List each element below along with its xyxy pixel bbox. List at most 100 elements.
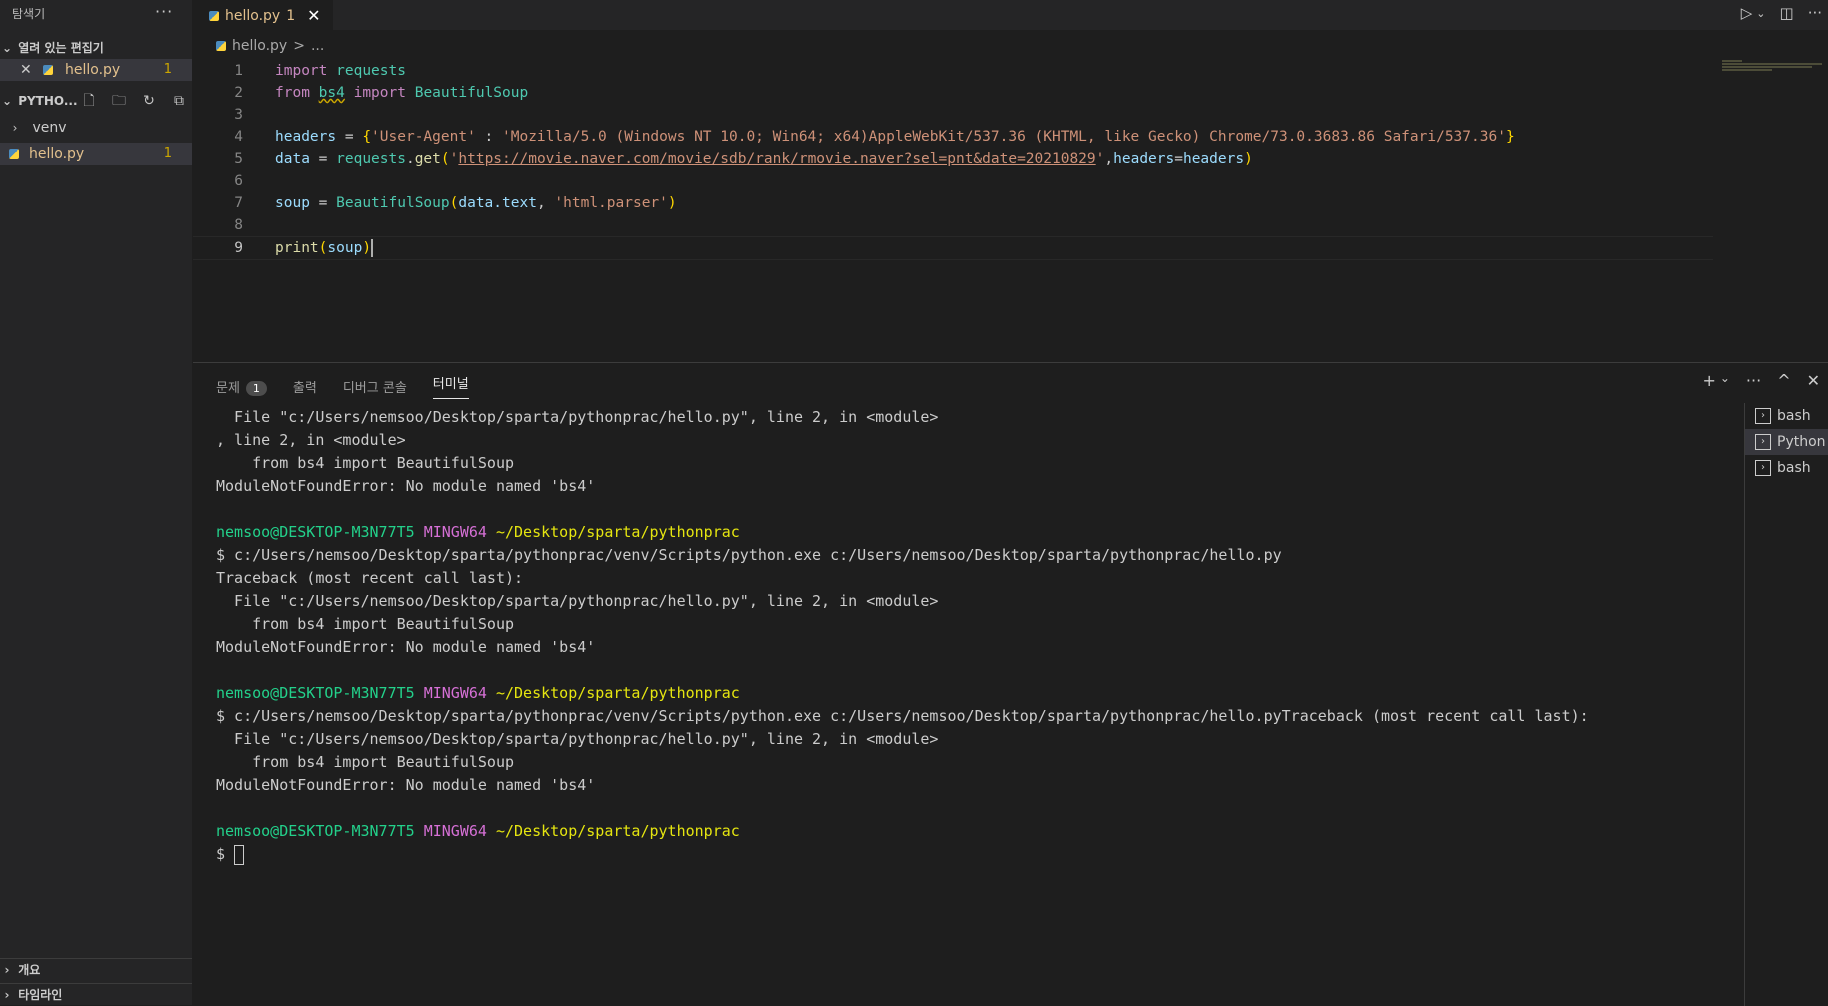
prompt-dollar: $ [216, 845, 235, 863]
string: 'Mozilla/5.0 (Windows NT 10.0; Win64; x6… [502, 129, 1506, 145]
python-file-icon [9, 149, 19, 159]
variable: headers [1182, 151, 1245, 167]
url-link[interactable]: https://movie.naver.com/movie/sdb/rank/r… [458, 151, 1095, 167]
keyword: import [353, 85, 406, 101]
explorer-more-icon[interactable]: ··· [155, 2, 173, 21]
prompt-user: nemsoo@DESKTOP-M3N77T5 [216, 822, 415, 840]
python-file-icon [209, 10, 219, 21]
collapse-all-icon[interactable]: ⧉ [170, 92, 188, 110]
code-editor[interactable]: 1 import requests 2 from bs4 import Beau… [193, 60, 1713, 360]
keyword: from [275, 85, 310, 101]
terminal-line: $ c:/Users/nemsoo/Desktop/sparta/pythonp… [216, 546, 1282, 564]
chevron-down-icon[interactable]: ⌄ [1756, 7, 1765, 22]
terminal-line: File "c:/Users/nemsoo/Desktop/sparta/pyt… [216, 730, 939, 748]
code-line: 7 soup = BeautifulSoup(data.text, 'html.… [193, 192, 1713, 214]
breadcrumb-file[interactable]: hello.py [232, 38, 287, 54]
code-line: 3 [193, 104, 1713, 126]
python-file-icon [43, 65, 53, 75]
line-number: 3 [234, 107, 243, 123]
tab-problems[interactable]: 문제 1 [216, 377, 267, 396]
chevron-right-icon: › [4, 963, 10, 977]
open-editor-name: hello.py [65, 62, 121, 78]
run-icon[interactable]: ▷ [1741, 4, 1753, 22]
problem-count-badge: 1 [163, 146, 172, 161]
line-number: 6 [234, 173, 243, 189]
terminal-output[interactable]: File "c:/Users/nemsoo/Desktop/sparta/pyt… [216, 406, 1726, 866]
terminal-item-python[interactable]: › Python [1745, 429, 1828, 455]
tab-label: hello.py [225, 7, 281, 24]
new-file-icon[interactable]: 🗋 [80, 92, 98, 110]
close-panel-icon[interactable]: ✕ [1807, 371, 1820, 390]
terminal-line: Traceback (most recent call last): [216, 569, 524, 587]
text-cursor [371, 239, 374, 257]
paren: ( [440, 151, 450, 167]
terminal-item-bash[interactable]: › bash [1745, 403, 1828, 429]
terminal-input-line[interactable]: $ [216, 843, 1726, 866]
prompt-host: MINGW64 [423, 822, 487, 840]
operator: : [475, 129, 503, 145]
close-icon[interactable]: ✕ [20, 59, 32, 81]
maximize-panel-icon[interactable]: ^ [1777, 371, 1790, 390]
terminal-item-bash[interactable]: › bash [1745, 455, 1828, 481]
tab-terminal[interactable]: 터미널 [432, 373, 469, 399]
variable: soup [327, 240, 363, 256]
open-editors-label: 열려 있는 편집기 [18, 41, 104, 55]
code-line: 6 [193, 170, 1713, 192]
class-name: BeautifulSoup [414, 85, 529, 101]
terminal-prompt: nemsoo@DESKTOP-M3N77T5 MINGW64 ~/Desktop… [216, 820, 1726, 843]
operator: . [405, 151, 415, 167]
code-line: 2 from bs4 import BeautifulSoup [193, 82, 1713, 104]
open-editor-hello-py[interactable]: ✕ hello.py 1 [0, 59, 192, 81]
open-editors-section[interactable]: ⌄ 열려 있는 편집기 [0, 37, 192, 59]
chevron-down-icon: ⌄ [1, 94, 13, 108]
tree-item-hello-py[interactable]: hello.py 1 [0, 143, 192, 165]
tree-item-label: hello.py [29, 146, 85, 162]
operator: = [1174, 151, 1183, 167]
terminal-line: ModuleNotFoundError: No module named 'bs… [216, 776, 596, 794]
terminal-line: ModuleNotFoundError: No module named 'bs… [216, 638, 596, 656]
string: 'html.parser' [554, 195, 668, 211]
minimap[interactable] [1722, 60, 1822, 90]
string: 'User-Agent' [371, 129, 476, 145]
paren: ) [362, 240, 372, 256]
chevron-right-icon: › [12, 121, 18, 135]
keyword-argument: headers [1113, 151, 1175, 167]
refresh-icon[interactable]: ↻ [140, 92, 158, 110]
more-actions-icon[interactable]: ··· [1808, 4, 1822, 22]
editor-tab-bar: hello.py 1 ✕ ▷ ⌄ ◫ ··· [193, 0, 1828, 30]
tree-item-venv[interactable]: › venv [0, 117, 192, 139]
terminal-line: File "c:/Users/nemsoo/Desktop/sparta/pyt… [216, 408, 939, 426]
terminal-line: ModuleNotFoundError: No module named 'bs… [216, 477, 596, 495]
tab-hello-py[interactable]: hello.py 1 ✕ [193, 0, 333, 30]
new-folder-icon[interactable]: 🗀 [110, 92, 128, 110]
paren: ) [667, 195, 677, 211]
outline-section[interactable]: › 개요 [0, 958, 192, 981]
outline-label: 개요 [18, 963, 41, 977]
python-file-icon [216, 41, 226, 51]
new-terminal-icon[interactable]: + [1702, 371, 1715, 390]
tab-badge: 1 [286, 7, 296, 24]
terminal-icon: › [1755, 434, 1771, 450]
tree-item-label: venv [32, 120, 67, 136]
line-number: 8 [234, 217, 243, 233]
close-icon[interactable]: ✕ [307, 6, 320, 25]
tab-output[interactable]: 출력 [293, 377, 317, 396]
chevron-down-icon[interactable]: ⌄ [1720, 371, 1730, 390]
breadcrumb-rest[interactable]: ... [311, 38, 324, 54]
problem-count-badge: 1 [245, 380, 267, 396]
variable: data [275, 151, 310, 167]
more-actions-icon[interactable]: ··· [1746, 371, 1761, 390]
terminal-list: › bash › Python › bash [1744, 403, 1828, 1006]
brace: } [1505, 129, 1515, 145]
terminal-line: $ c:/Users/nemsoo/Desktop/sparta/pythonp… [216, 707, 1589, 725]
operator: , [536, 195, 555, 211]
tab-debug-console[interactable]: 디버그 콘솔 [343, 377, 407, 396]
prompt-path: ~/Desktop/sparta/pythonprac [495, 684, 740, 702]
timeline-section[interactable]: › 타임라인 [0, 983, 192, 1006]
terminal-line: , line 2, in <module> [216, 431, 406, 449]
split-editor-icon[interactable]: ◫ [1780, 4, 1794, 22]
code-line: 4 headers = {'User-Agent' : 'Mozilla/5.0… [193, 126, 1713, 148]
terminal-line: from bs4 import BeautifulSoup [216, 753, 515, 771]
terminal-line: File "c:/Users/nemsoo/Desktop/sparta/pyt… [216, 592, 939, 610]
